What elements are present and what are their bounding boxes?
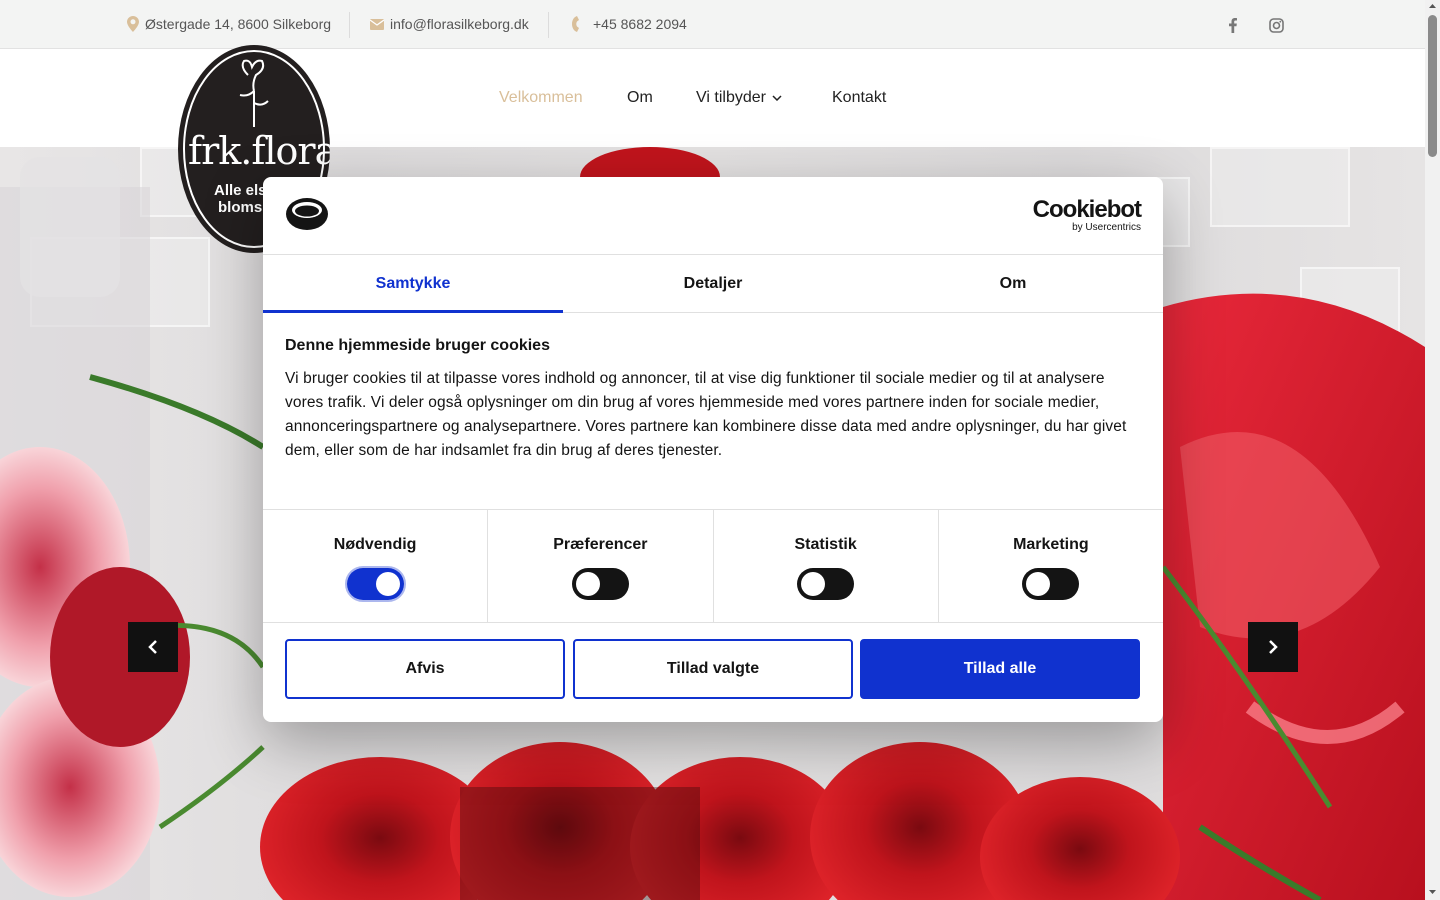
- divider: [548, 12, 549, 38]
- dialog-tabs: Samtykke Detaljer Om: [263, 255, 1163, 313]
- cookie-consent-dialog: Cookiebot by Usercentrics Samtykke Detal…: [263, 177, 1163, 722]
- scroll-up-icon[interactable]: [1425, 0, 1440, 12]
- allow-selected-button[interactable]: Tillad valgte: [573, 639, 853, 699]
- pref-preferences: Præferencer: [488, 510, 714, 622]
- nav-item-vi-tilbyder[interactable]: Vi tilbyder: [696, 89, 782, 107]
- preferences-toggle[interactable]: [571, 568, 629, 600]
- tab-samtykke[interactable]: Samtykke: [263, 255, 563, 313]
- pref-label: Præferencer: [553, 536, 648, 553]
- chevron-left-icon: [148, 640, 157, 654]
- nav-item-om[interactable]: Om: [627, 89, 653, 107]
- logo-name: frk.flora: [188, 129, 330, 173]
- envelope-icon: [370, 18, 384, 30]
- map-pin-icon: [127, 16, 139, 32]
- cookie-logo-icon: [286, 198, 328, 230]
- facebook-icon[interactable]: [1223, 15, 1243, 35]
- dialog-description: Vi bruger cookies til at tilpasse vores …: [285, 370, 1127, 459]
- address-text: Østergade 14, 8600 Silkeborg: [145, 16, 332, 32]
- dialog-header: Cookiebot by Usercentrics: [263, 177, 1163, 255]
- logo-tagline-line2: bloms: [218, 199, 263, 216]
- phone-item[interactable]: +45 8682 2094: [571, 0, 687, 48]
- email-item[interactable]: info@florasilkeborg.dk: [370, 0, 529, 48]
- pref-label: Statistik: [794, 536, 857, 553]
- dialog-title: Denne hjemmeside bruger cookies: [285, 337, 550, 354]
- logo-tagline-line1: Alle els: [214, 182, 267, 199]
- phone-text[interactable]: +45 8682 2094: [593, 16, 687, 32]
- address-item: Østergade 14, 8600 Silkeborg: [127, 0, 331, 48]
- allow-all-button[interactable]: Tillad alle: [860, 639, 1140, 699]
- statistics-toggle[interactable]: [797, 568, 855, 600]
- instagram-icon[interactable]: [1266, 15, 1286, 35]
- reject-button[interactable]: Afvis: [285, 639, 565, 699]
- nav-item-label: Vi tilbyder: [696, 89, 766, 106]
- chevron-down-icon: [772, 95, 782, 101]
- necessary-toggle[interactable]: [344, 566, 406, 602]
- scroll-down-icon[interactable]: [1425, 886, 1440, 898]
- marketing-toggle[interactable]: [1022, 568, 1080, 600]
- nav-item-kontakt[interactable]: Kontakt: [832, 89, 886, 107]
- email-link[interactable]: info@florasilkeborg.dk: [390, 16, 529, 32]
- scrollbar-thumb[interactable]: [1428, 15, 1437, 157]
- divider: [349, 12, 350, 38]
- cookiebot-brand[interactable]: Cookiebot by Usercentrics: [1032, 196, 1142, 233]
- chevron-right-icon: [1269, 640, 1278, 654]
- pref-necessary: Nødvendig: [263, 510, 489, 622]
- top-contact-bar: Østergade 14, 8600 Silkeborg info@floras…: [0, 0, 1425, 49]
- nav-item-velkommen[interactable]: Velkommen: [499, 89, 583, 107]
- brand-sub: by Usercentrics: [1072, 222, 1141, 233]
- page-scrollbar[interactable]: [1425, 0, 1440, 900]
- phone-icon: [572, 16, 579, 32]
- brand-name: Cookiebot: [1032, 196, 1142, 223]
- slider-prev-button[interactable]: [128, 622, 178, 672]
- dialog-body: Denne hjemmeside bruger cookies Vi bruge…: [285, 337, 1145, 463]
- tab-om[interactable]: Om: [863, 255, 1163, 312]
- pref-statistics: Statistik: [714, 510, 939, 622]
- tab-detaljer[interactable]: Detaljer: [563, 255, 863, 312]
- pref-label: Nødvendig: [333, 536, 417, 553]
- cookie-preferences: Nødvendig Præferencer Statistik Marketin…: [263, 509, 1163, 623]
- pref-label: Marketing: [1013, 536, 1089, 553]
- slider-next-button[interactable]: [1248, 622, 1298, 672]
- pref-marketing: Marketing: [939, 510, 1163, 622]
